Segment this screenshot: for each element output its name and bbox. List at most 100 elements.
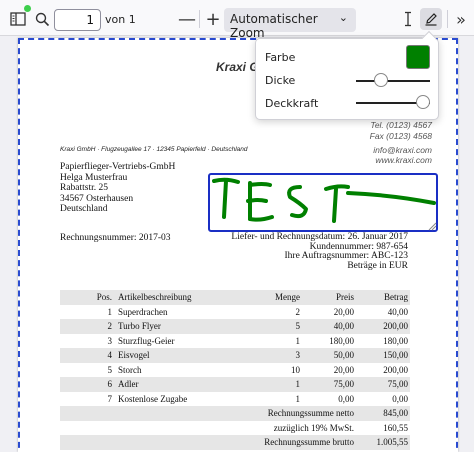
cell-pos: 6: [60, 377, 116, 392]
recipient-line: Rabattstr. 25: [60, 183, 109, 193]
column-header: Artikelbeschreibung: [116, 290, 228, 305]
contact-web: www.kraxi.com: [375, 155, 432, 165]
table-row: 6 Adler 1 75,00 75,00: [60, 377, 410, 392]
table-row: 3 Sturzflug-Geier 1 180,00 180,00: [60, 334, 410, 349]
company-title: Kraxi G: [216, 60, 259, 74]
total-row: Rechnungssumme brutto 1.005,55: [60, 435, 410, 450]
column-header: Menge: [228, 290, 302, 305]
more-tools-button[interactable]: »: [450, 8, 472, 30]
total-row: zuzüglich 19% MwSt. 160,55: [60, 421, 410, 436]
cell-amount: 150,00: [356, 348, 410, 363]
cell-quantity: 1: [228, 377, 302, 392]
column-header: Pos.: [60, 290, 116, 305]
cell-price: 0,00: [338, 393, 354, 404]
recipient-line: Deutschland: [60, 204, 108, 214]
toolbar-divider: [199, 10, 200, 28]
double-chevron-right-icon: »: [456, 9, 466, 29]
cell-quantity: 10: [291, 364, 300, 375]
cell-amount: 0,00: [392, 393, 408, 404]
cell-quantity: 3: [228, 348, 302, 363]
ink-settings-popover: Farbe Dicke Deckkraft: [255, 30, 439, 120]
cell-pos: 7: [107, 393, 113, 404]
table-row: 2 Turbo Flyer 5 40,00 200,00: [60, 319, 410, 334]
cell-amount: 75,00: [356, 377, 410, 392]
sidebar-toggle-button[interactable]: [7, 5, 31, 30]
cell-quantity: 1: [295, 393, 301, 404]
add-text-button[interactable]: [397, 8, 419, 30]
sidebar-toggle-icon: [10, 12, 26, 26]
cell-price: 50,00: [302, 348, 356, 363]
thickness-slider-thumb[interactable]: [374, 73, 388, 87]
color-picker-button[interactable]: [406, 45, 430, 69]
cell-description: Sturzflug-Geier: [118, 335, 175, 346]
text-cursor-icon: [405, 11, 411, 27]
currency-note: Beträge in EUR: [347, 260, 408, 271]
cell-description: Adler: [116, 377, 228, 392]
find-button[interactable]: [31, 8, 53, 30]
cell-price: 20,00: [333, 306, 354, 317]
cell-amount: 180,00: [383, 335, 408, 346]
cell-price: 75,00: [302, 377, 356, 392]
cell-description: Superdrachen: [118, 306, 168, 317]
total-value: 160,55: [383, 422, 408, 433]
table-row: 1 Superdrachen 2 20,00 40,00: [60, 305, 410, 320]
cell-description: Turbo Flyer: [116, 319, 228, 334]
cell-price: 20,00: [333, 364, 354, 375]
total-label: Rechnungssumme brutto: [60, 435, 356, 450]
cell-pos: 1: [107, 306, 113, 317]
cell-amount: 200,00: [356, 319, 410, 334]
contact-tel: Tel. (0123) 4567: [370, 120, 432, 130]
total-value: 1.005,55: [356, 435, 410, 450]
search-icon: [35, 12, 49, 26]
column-header: Preis: [302, 290, 356, 305]
zoom-in-button[interactable]: +: [202, 8, 224, 30]
invoice-items-table: Pos. Artikelbeschreibung Menge Preis Bet…: [60, 290, 410, 450]
cell-pos: 3: [107, 335, 113, 346]
ink-annotation-test[interactable]: [208, 173, 438, 232]
cell-pos: 4: [60, 348, 116, 363]
cell-pos: 2: [60, 319, 116, 334]
cell-quantity: 5: [228, 319, 302, 334]
total-row: Rechnungssumme netto 845,00: [60, 406, 410, 421]
cell-price: 180,00: [329, 335, 354, 346]
column-header: Betrag: [356, 290, 410, 305]
zoom-out-button[interactable]: —: [176, 8, 198, 30]
cell-description: Eisvogel: [116, 348, 228, 363]
cell-amount: 40,00: [387, 306, 408, 317]
cell-amount: 200,00: [383, 364, 408, 375]
cell-description: Storch: [118, 364, 142, 375]
plus-icon: +: [205, 8, 221, 30]
invoice-number: Rechnungsnummer: 2017-03: [60, 233, 171, 243]
recipient-address: Papierflieger-Vertriebs-GmbH Helga Muste…: [60, 162, 175, 215]
page-count-label: von 1: [105, 13, 136, 26]
cell-description: Kostenlose Zugabe: [118, 393, 188, 404]
contact-fax: Fax (0123) 4568: [369, 131, 432, 141]
pencil-icon: [425, 13, 437, 26]
cell-quantity: 2: [295, 306, 301, 317]
contact-email: info@kraxi.com: [373, 145, 432, 155]
opacity-slider-thumb[interactable]: [416, 95, 430, 109]
table-row: 7 Kostenlose Zugabe 1 0,00 0,00: [60, 392, 410, 407]
zoom-select-value: Automatischer Zoom: [230, 12, 318, 40]
total-label: Rechnungssumme netto: [60, 406, 356, 421]
recipient-line: Helga Musterfrau: [60, 172, 128, 183]
opacity-label: Deckkraft: [265, 97, 319, 110]
cell-quantity: 1: [295, 335, 301, 346]
color-label: Farbe: [265, 51, 296, 64]
draw-button[interactable]: [420, 8, 442, 30]
notification-dot: [24, 5, 31, 12]
recipient-line: Papierflieger-Vertriebs-GmbH: [60, 162, 176, 172]
thickness-slider[interactable]: [356, 80, 430, 82]
cell-pos: 5: [107, 364, 113, 375]
page-number-input[interactable]: [54, 9, 101, 31]
invoice-meta: Liefer- und Rechnungsdatum: 26. Januar 2…: [231, 232, 408, 271]
recipient-line: 34567 Osterhausen: [60, 193, 134, 204]
table-row: 5 Storch 10 20,00 200,00: [60, 363, 410, 378]
sender-address-line: Kraxi GmbH · Flugzeugallee 17 · 12345 Pa…: [60, 146, 248, 153]
minus-icon: —: [178, 8, 196, 30]
thickness-label: Dicke: [265, 74, 296, 87]
toolbar-divider: [447, 10, 448, 28]
zoom-select[interactable]: Automatischer Zoom ⌄: [224, 8, 356, 40]
table-row: 4 Eisvogel 3 50,00 150,00: [60, 348, 410, 363]
cell-price: 40,00: [302, 319, 356, 334]
